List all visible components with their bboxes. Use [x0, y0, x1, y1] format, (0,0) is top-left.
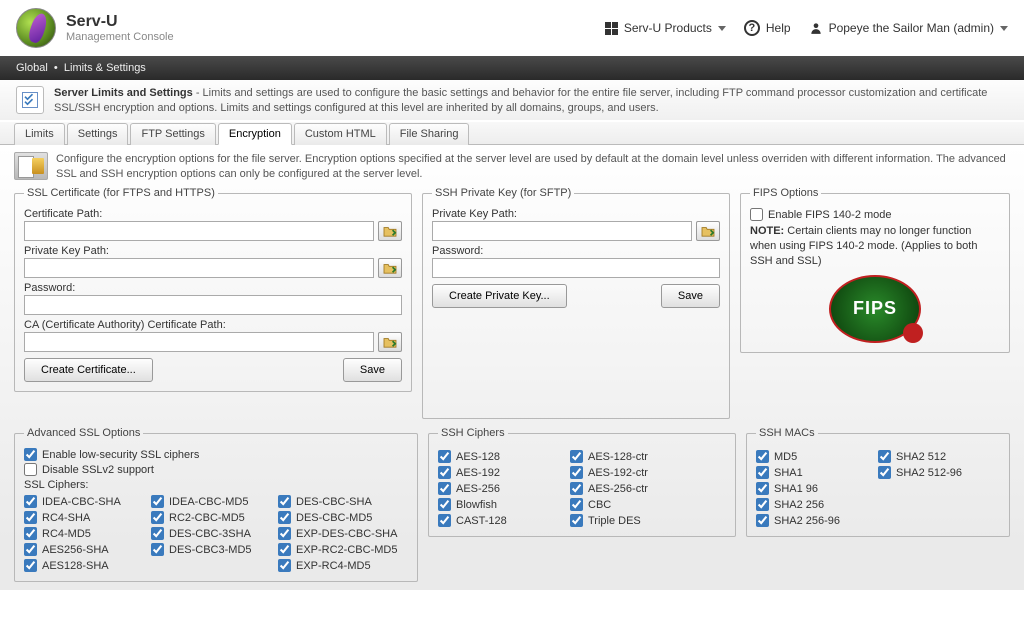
ssl-key-path-input[interactable]: [24, 258, 374, 278]
cipher-checkbox[interactable]: EXP-RC4-MD5: [278, 559, 408, 572]
cipher-checkbox[interactable]: DES-CBC3-MD5: [151, 543, 266, 556]
cipher-checkbox[interactable]: RC4-MD5: [24, 527, 139, 540]
ssh-key-path-input[interactable]: [432, 221, 692, 241]
cipher-checkbox[interactable]: AES-128-ctr: [570, 450, 690, 463]
help-icon: ?: [744, 20, 760, 36]
disable-sslv2-checkbox[interactable]: Disable SSLv2 support: [24, 463, 408, 476]
ssh-private-key-panel: SSH Private Key (for SFTP) Private Key P…: [422, 187, 730, 419]
cipher-checkbox[interactable]: EXP-RC2-CBC-MD5: [278, 543, 408, 556]
cipher-checkbox[interactable]: IDEA-CBC-MD5: [151, 495, 266, 508]
user-icon: [809, 21, 823, 35]
encryption-icon: [14, 152, 48, 180]
browse-ssl-key-button[interactable]: [378, 258, 402, 278]
cipher-checkbox[interactable]: Blowfish: [438, 498, 558, 511]
tab-file-sharing[interactable]: File Sharing: [389, 123, 470, 145]
ssl-key-path-label: Private Key Path:: [24, 245, 402, 257]
browse-ssh-key-button[interactable]: [696, 221, 720, 241]
cipher-checkbox[interactable]: AES-192-ctr: [570, 466, 690, 479]
breadcrumb-page: Limits & Settings: [64, 62, 146, 74]
ssh-password-label: Password:: [432, 245, 720, 257]
cipher-checkbox[interactable]: AES128-SHA: [24, 559, 139, 572]
ca-path-input[interactable]: [24, 332, 374, 352]
browse-cert-button[interactable]: [378, 221, 402, 241]
cipher-checkbox[interactable]: MD5: [756, 450, 866, 463]
cipher-checkbox[interactable]: AES-128: [438, 450, 558, 463]
user-menu[interactable]: Popeye the Sailor Man (admin): [809, 21, 1008, 35]
ssh-password-input[interactable]: [432, 258, 720, 278]
cipher-checkbox[interactable]: AES-256-ctr: [570, 482, 690, 495]
tab-ftp-settings[interactable]: FTP Settings: [130, 123, 215, 145]
tab-custom-html[interactable]: Custom HTML: [294, 123, 387, 145]
tab-encryption[interactable]: Encryption: [218, 123, 292, 145]
cipher-checkbox[interactable]: SHA2 256: [756, 498, 866, 511]
tabs: Limits Settings FTP Settings Encryption …: [0, 122, 1024, 145]
cipher-checkbox[interactable]: DES-CBC-SHA: [278, 495, 408, 508]
fips-note: NOTE: Certain clients may no longer func…: [750, 224, 1000, 269]
cipher-checkbox[interactable]: AES-192: [438, 466, 558, 479]
encryption-description: Configure the encryption options for the…: [56, 152, 1010, 182]
cipher-checkbox[interactable]: SHA2 512: [878, 450, 988, 463]
caret-down-icon: [1000, 26, 1008, 31]
create-certificate-button[interactable]: Create Certificate...: [24, 358, 153, 382]
help-label: Help: [766, 21, 791, 35]
cipher-checkbox[interactable]: EXP-DES-CBC-SHA: [278, 527, 408, 540]
cipher-checkbox[interactable]: CAST-128: [438, 514, 558, 527]
enable-fips-checkbox[interactable]: Enable FIPS 140-2 mode: [750, 208, 1000, 221]
cipher-checkbox[interactable]: SHA2 256-96: [756, 514, 866, 527]
cipher-checkbox[interactable]: IDEA-CBC-SHA: [24, 495, 139, 508]
caret-down-icon: [718, 26, 726, 31]
browse-ca-button[interactable]: [378, 332, 402, 352]
ssl-certificate-panel: SSL Certificate (for FTPS and HTTPS) Cer…: [14, 187, 412, 392]
cipher-checkbox[interactable]: SHA1: [756, 466, 866, 479]
enable-low-security-checkbox[interactable]: Enable low-security SSL ciphers: [24, 448, 408, 461]
app-subtitle: Management Console: [66, 31, 174, 43]
ssl-password-label: Password:: [24, 282, 402, 294]
cipher-checkbox[interactable]: DES-CBC-MD5: [278, 511, 408, 524]
ca-path-label: CA (Certificate Authority) Certificate P…: [24, 319, 402, 331]
tab-limits[interactable]: Limits: [14, 123, 65, 145]
breadcrumb: Global • Limits & Settings: [0, 56, 1024, 80]
fips-badge-icon: FIPS: [829, 275, 921, 343]
cipher-checkbox[interactable]: AES256-SHA: [24, 543, 139, 556]
grid-icon: [605, 22, 618, 35]
help-link[interactable]: ? Help: [744, 20, 791, 36]
section-icon: [16, 86, 44, 114]
cipher-checkbox[interactable]: RC2-CBC-MD5: [151, 511, 266, 524]
cipher-checkbox[interactable]: SHA1 96: [756, 482, 866, 495]
app-logo: [16, 8, 56, 48]
cert-path-label: Certificate Path:: [24, 208, 402, 220]
cert-path-input[interactable]: [24, 221, 374, 241]
cipher-checkbox[interactable]: AES-256: [438, 482, 558, 495]
save-ssl-button[interactable]: Save: [343, 358, 402, 382]
ssl-password-input[interactable]: [24, 295, 402, 315]
ssh-ciphers-panel: SSH Ciphers AES-128AES-192AES-256Blowfis…: [428, 427, 736, 537]
fips-options-panel: FIPS Options Enable FIPS 140-2 mode NOTE…: [740, 187, 1010, 353]
products-label: Serv-U Products: [624, 21, 712, 35]
cipher-checkbox[interactable]: Triple DES: [570, 514, 690, 527]
ssh-macs-panel: SSH MACs MD5SHA1SHA1 96SHA2 256SHA2 256-…: [746, 427, 1010, 537]
cipher-checkbox[interactable]: DES-CBC-3SHA: [151, 527, 266, 540]
app-title: Serv-U: [66, 13, 174, 31]
cipher-checkbox[interactable]: RC4-SHA: [24, 511, 139, 524]
breadcrumb-global[interactable]: Global: [16, 62, 48, 74]
save-ssh-button[interactable]: Save: [661, 284, 720, 308]
advanced-ssl-panel: Advanced SSL Options Enable low-security…: [14, 427, 418, 582]
cipher-checkbox[interactable]: CBC: [570, 498, 690, 511]
ssl-ciphers-label: SSL Ciphers:: [24, 479, 408, 491]
products-dropdown[interactable]: Serv-U Products: [605, 21, 726, 35]
tab-settings[interactable]: Settings: [67, 123, 129, 145]
ssh-key-path-label: Private Key Path:: [432, 208, 720, 220]
section-description: Server Limits and Settings - Limits and …: [54, 86, 1008, 116]
cipher-checkbox[interactable]: SHA2 512-96: [878, 466, 988, 479]
user-label: Popeye the Sailor Man (admin): [829, 21, 994, 35]
create-private-key-button[interactable]: Create Private Key...: [432, 284, 567, 308]
